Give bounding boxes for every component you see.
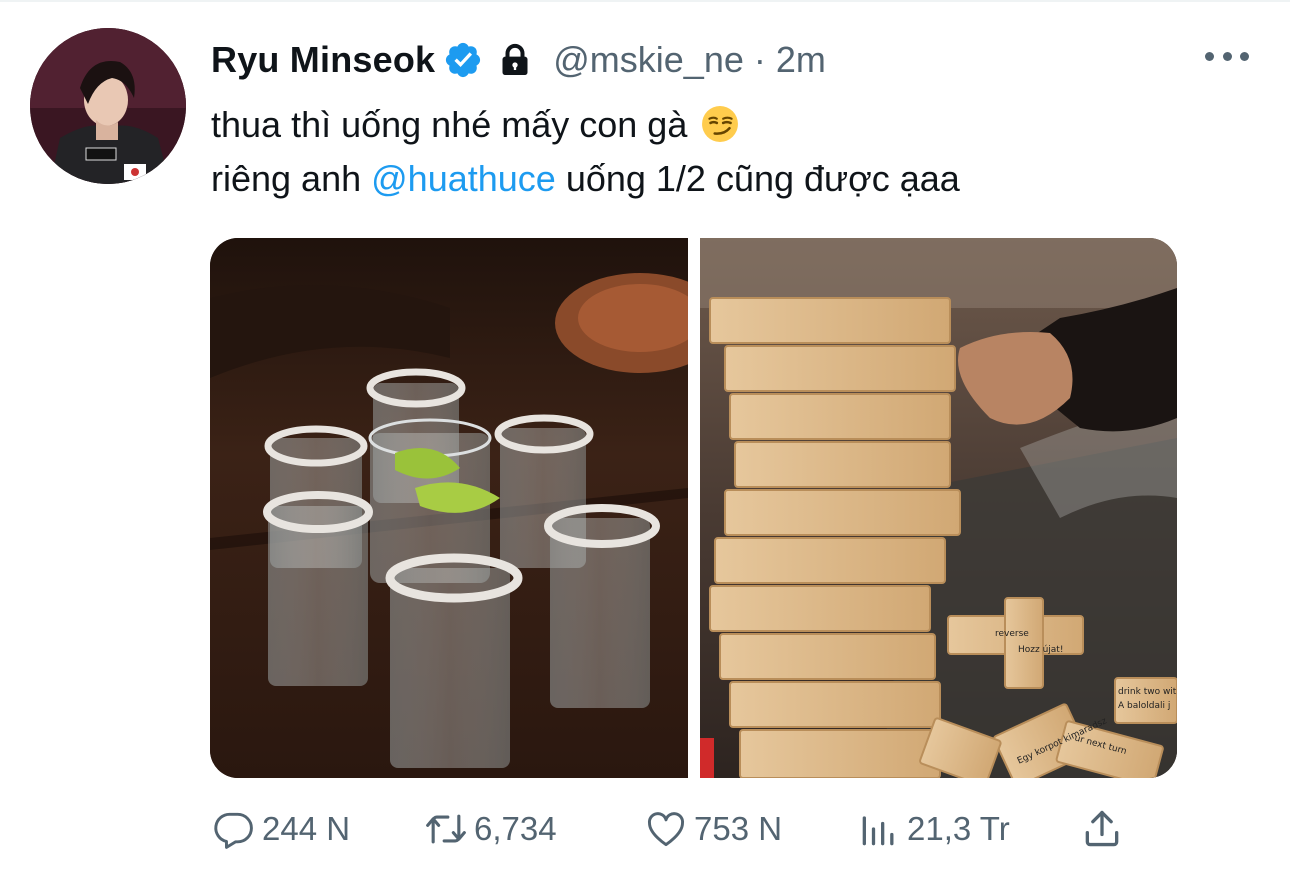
avatar-image: [30, 28, 186, 184]
reply-icon: [214, 812, 253, 849]
protected-lock-icon: [495, 40, 535, 80]
more-options-icon[interactable]: [1205, 44, 1249, 68]
block-text: drink two wit: [1118, 687, 1177, 697]
tweet-text-line-2: riêng anh @huathuce uống 1/2 cũng được ạ…: [211, 152, 1251, 206]
share-button[interactable]: [1080, 806, 1130, 852]
tweet-text-line-1: thua thì uống nhé mấy con gà: [211, 98, 1251, 152]
retweet-count: 6,734: [474, 810, 557, 847]
tweet-card[interactable]: Ryu Minseok @mskie_ne · 2m thua thì uống…: [0, 0, 1290, 876]
smirking-face-emoji-icon: [701, 104, 739, 142]
wooden-block-tower-game-photo[interactable]: reverse Hozz újat! drink two wit A balol…: [700, 238, 1177, 778]
tweet-text-part: thua thì uống nhé mấy con gà: [211, 104, 688, 145]
tweet-text-part: riêng anh: [211, 158, 372, 199]
dot-icon: [1240, 51, 1249, 61]
mention-link[interactable]: @huathuce: [371, 158, 556, 199]
display-name[interactable]: Ryu Minseok: [211, 39, 435, 81]
tweet-timestamp[interactable]: 2m: [776, 39, 826, 81]
reply-button[interactable]: 244 N: [212, 806, 350, 852]
photo-image: [210, 238, 688, 778]
block-text: reverse: [995, 629, 1029, 639]
block-text: A baloldali j: [1118, 701, 1170, 711]
dot-icon: [1222, 51, 1232, 61]
tweet-actions: 244 N 6,734 753 N 21,3 Tr: [212, 806, 1132, 852]
block-text: Hozz újat!: [1018, 645, 1063, 655]
verified-badge-icon[interactable]: [443, 40, 483, 80]
header-separator: ·: [753, 39, 766, 80]
view-count: 21,3 Tr: [907, 810, 1010, 847]
tweet-text-part: uống 1/2 cũng được ạaa: [555, 158, 960, 199]
user-handle[interactable]: @mskie_ne: [553, 39, 744, 81]
reply-count: 244 N: [262, 810, 351, 847]
media-grid: reverse Hozz újat! drink two wit A balol…: [210, 238, 1177, 778]
analytics-icon: [862, 816, 894, 846]
like-count: 753 N: [694, 810, 783, 847]
tweet-text: thua thì uống nhé mấy con gà riêng anh @…: [211, 98, 1251, 206]
avatar[interactable]: [30, 28, 186, 184]
dot-icon: [1205, 51, 1214, 61]
tequila-shot-glasses-photo[interactable]: [210, 238, 688, 778]
tweet-header: Ryu Minseok @mskie_ne · 2m: [211, 34, 826, 86]
photo-image: reverse Hozz újat! drink two wit A balol…: [700, 238, 1177, 778]
retweet-button[interactable]: 6,734: [424, 806, 557, 852]
views-button[interactable]: 21,3 Tr: [857, 806, 1010, 852]
like-button[interactable]: 753 N: [644, 806, 782, 852]
heart-icon: [648, 812, 684, 847]
retweet-icon: [426, 814, 466, 844]
share-icon: [1085, 810, 1119, 847]
